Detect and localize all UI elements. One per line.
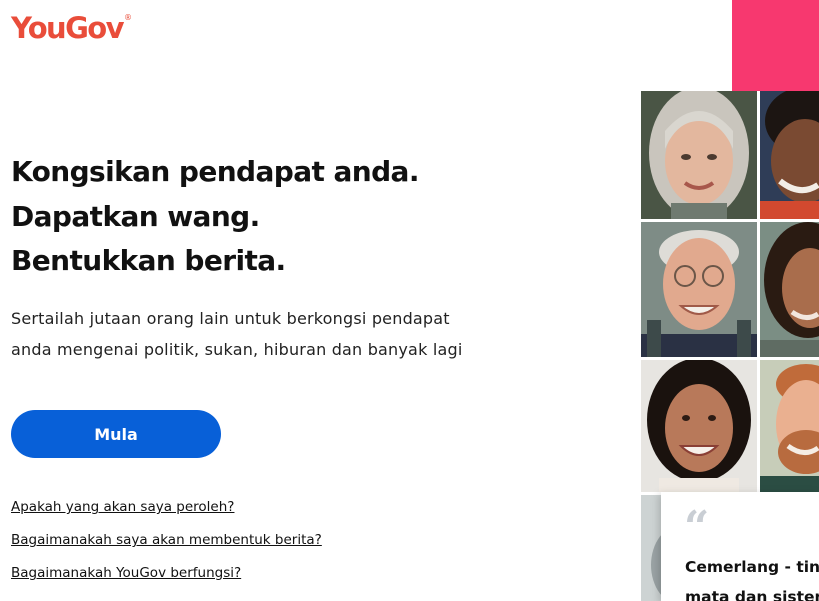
logo-text: YouGov	[11, 11, 125, 45]
member-photo-older-woman	[641, 91, 757, 219]
hero-intro-text: Sertailah jutaan orang lain untuk berkon…	[11, 309, 463, 359]
testimonial-text: Cemerlang - tin mata dan sisten	[685, 552, 819, 601]
testimonial-line-2: mata dan sisten	[685, 588, 819, 601]
member-photo-young-man	[760, 91, 819, 219]
hero-headline: Kongsikan pendapat anda. Dapatkan wang. …	[11, 150, 419, 284]
link-how-shape-news[interactable]: Bagaimanakah saya akan membentuk berita?	[11, 532, 322, 548]
accent-pink-block	[732, 0, 819, 91]
yougov-logo[interactable]: YouGov®	[11, 14, 132, 43]
start-button[interactable]: Mula	[11, 410, 221, 458]
testimonial-card: “ Cemerlang - tin mata dan sisten	[661, 492, 819, 601]
headline-line-2: Dapatkan wang.	[11, 199, 260, 233]
headline-line-3: Bentukkan berita.	[11, 244, 286, 277]
member-photo-smiling-woman	[641, 360, 757, 492]
member-photo-older-man-glasses	[641, 222, 757, 357]
link-what-will-i-get[interactable]: Apakah yang akan saya peroleh?	[11, 499, 234, 515]
member-photo-bearded-man	[760, 360, 819, 492]
trademark-symbol: ®	[123, 13, 132, 22]
member-photo-woman-curly-hair	[760, 222, 819, 357]
headline-line-1: Kongsikan pendapat anda.	[11, 155, 419, 188]
link-how-yougov-works[interactable]: Bagaimanakah YouGov berfungsi?	[11, 565, 241, 581]
testimonial-line-1: Cemerlang - tin	[685, 558, 819, 576]
quote-icon: “	[684, 502, 710, 553]
